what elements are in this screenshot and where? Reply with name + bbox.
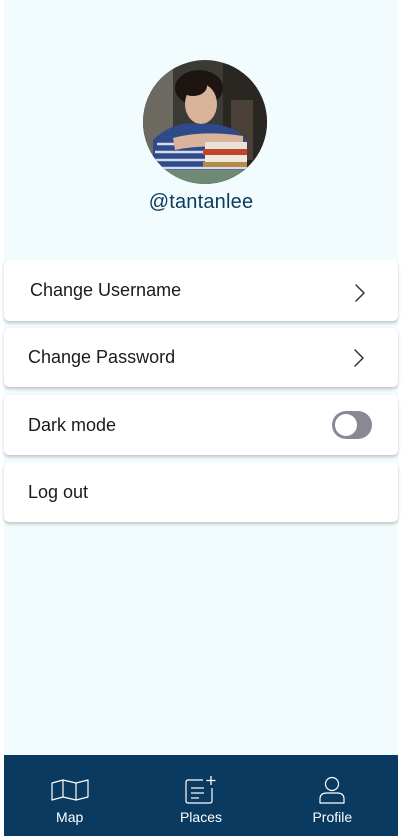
log-out-button[interactable]: Log out bbox=[4, 462, 398, 522]
nav-item-places[interactable]: Places bbox=[135, 755, 266, 836]
map-icon bbox=[50, 776, 90, 804]
toggle-knob bbox=[335, 414, 357, 436]
nav-label-profile: Profile bbox=[312, 809, 353, 825]
change-password-label: Change Password bbox=[28, 347, 176, 367]
log-out-label: Log out bbox=[28, 481, 89, 502]
dark-mode-row: Dark mode bbox=[4, 395, 398, 455]
places-add-icon bbox=[181, 776, 221, 804]
change-username-button[interactable]: Change Username bbox=[4, 260, 398, 321]
profile-screen: @tantanlee Change Username Change Passwo… bbox=[4, 0, 398, 836]
nav-label-places: Places bbox=[179, 809, 222, 825]
nav-item-profile[interactable]: Profile bbox=[267, 755, 398, 836]
change-username-label: Change Username bbox=[30, 280, 182, 300]
bottom-nav: Map Places Profile bbox=[4, 755, 398, 836]
profile-icon bbox=[312, 776, 352, 804]
nav-label-map: Map bbox=[56, 809, 84, 825]
chevron-right-icon bbox=[353, 348, 365, 368]
avatar-photo bbox=[143, 60, 267, 184]
username-label: @tantanlee bbox=[148, 191, 254, 213]
nav-item-map[interactable]: Map bbox=[4, 755, 135, 836]
avatar bbox=[143, 60, 267, 184]
chevron-right-icon bbox=[354, 283, 366, 303]
dark-mode-toggle[interactable] bbox=[332, 411, 372, 439]
change-password-button[interactable]: Change Password bbox=[4, 328, 398, 387]
